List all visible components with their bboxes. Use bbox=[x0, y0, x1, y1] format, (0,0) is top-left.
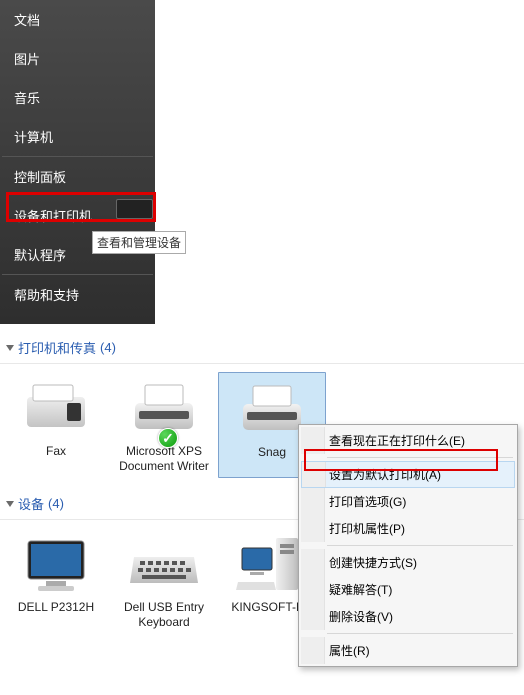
device-label: Dell USB Entry Keyboard bbox=[114, 600, 214, 630]
start-item-documents[interactable]: 文档 bbox=[0, 0, 155, 39]
device-label: Microsoft XPS Document Writer bbox=[114, 444, 214, 474]
menu-label: 疑难解答(T) bbox=[329, 583, 392, 597]
start-item-pictures[interactable]: 图片 bbox=[0, 39, 155, 78]
device-label: Fax bbox=[46, 444, 66, 459]
menu-troubleshoot[interactable]: 疑难解答(T) bbox=[301, 576, 515, 603]
separator bbox=[327, 633, 513, 634]
start-item-music[interactable]: 音乐 bbox=[0, 78, 155, 117]
start-menu: 文档 图片 音乐 计算机 控制面板 设备和打印机 默认程序 帮助和支持 bbox=[0, 0, 155, 324]
context-menu: 查看现在正在打印什么(E) 设置为默认打印机(A) 打印首选项(G) 打印机属性… bbox=[298, 424, 518, 667]
menu-label: 打印首选项(G) bbox=[329, 495, 406, 509]
menu-label: 创建快捷方式(S) bbox=[329, 556, 417, 570]
tooltip: 查看和管理设备 bbox=[92, 231, 186, 254]
start-item-computer[interactable]: 计算机 bbox=[0, 117, 155, 156]
start-item-control-panel[interactable]: 控制面板 bbox=[0, 157, 155, 196]
chevron-down-icon bbox=[6, 501, 14, 507]
start-item-help[interactable]: 帮助和支持 bbox=[0, 275, 155, 314]
device-keyboard[interactable]: Dell USB Entry Keyboard bbox=[110, 528, 218, 634]
device-label: Snag bbox=[258, 445, 286, 460]
menu-label: 属性(R) bbox=[329, 644, 370, 658]
menu-printing-prefs[interactable]: 打印首选项(G) bbox=[301, 488, 515, 515]
separator bbox=[327, 545, 513, 546]
menu-set-default[interactable]: 设置为默认打印机(A) bbox=[301, 461, 515, 488]
menu-label: 查看现在正在打印什么(E) bbox=[329, 434, 465, 448]
device-fax[interactable]: Fax bbox=[2, 372, 110, 478]
menu-see-whats-printing[interactable]: 查看现在正在打印什么(E) bbox=[301, 427, 515, 454]
keyboard-icon bbox=[128, 534, 200, 596]
menu-label: 删除设备(V) bbox=[329, 610, 393, 624]
section-title: 打印机和传真 bbox=[18, 338, 96, 357]
section-header-printers[interactable]: 打印机和传真 (4) bbox=[0, 330, 524, 364]
menu-printer-properties[interactable]: 打印机属性(P) bbox=[301, 515, 515, 542]
menu-label: 设置为默认打印机(A) bbox=[329, 468, 441, 482]
chevron-down-icon bbox=[6, 345, 14, 351]
section-count: (4) bbox=[100, 340, 116, 355]
fax-icon bbox=[20, 378, 92, 440]
menu-remove-device[interactable]: 删除设备(V) bbox=[301, 603, 515, 630]
section-title: 设备 bbox=[18, 494, 44, 513]
device-monitor[interactable]: DELL P2312H bbox=[2, 528, 110, 634]
default-badge-icon: ✓ bbox=[158, 428, 178, 448]
menu-create-shortcut[interactable]: 创建快捷方式(S) bbox=[301, 549, 515, 576]
menu-properties[interactable]: 属性(R) bbox=[301, 637, 515, 664]
device-label: DELL P2312H bbox=[18, 600, 94, 615]
device-xps[interactable]: ✓ Microsoft XPS Document Writer bbox=[110, 372, 218, 478]
menu-label: 打印机属性(P) bbox=[329, 522, 405, 536]
section-count: (4) bbox=[48, 496, 64, 511]
highlight-box bbox=[6, 192, 156, 222]
monitor-icon bbox=[20, 534, 92, 596]
separator bbox=[327, 457, 513, 458]
